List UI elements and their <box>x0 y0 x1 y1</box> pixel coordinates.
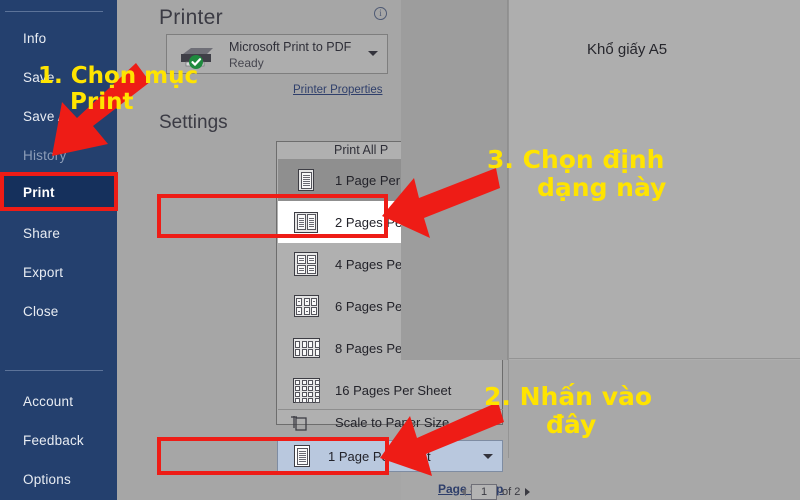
four-pages-per-sheet-icon <box>288 247 324 281</box>
printer-select[interactable]: Microsoft Print to PDF Ready <box>166 34 388 74</box>
sidebar-item-label: Account <box>23 394 74 409</box>
one-page-per-sheet-icon <box>288 163 324 197</box>
paper-size-label: Khổ giấy A5 <box>587 41 668 58</box>
annotation-step-2-line1: 2. Nhấn vào <box>484 382 653 411</box>
sidebar-item-label: Info <box>23 31 47 46</box>
print-backstage-screen: Info Save Save As History Print Share Ex… <box>0 0 800 500</box>
sidebar-item-account[interactable]: Account <box>0 385 117 418</box>
annotation-step-1: 1. Chọn mục Print <box>38 63 199 116</box>
six-pages-per-sheet-icon <box>288 289 324 323</box>
printer-status: Ready <box>229 56 264 70</box>
sidebar-divider-top <box>5 11 103 12</box>
printer-properties-link[interactable]: Printer Properties <box>293 84 382 96</box>
info-icon[interactable]: i <box>374 7 387 20</box>
sixteen-pages-per-sheet-icon <box>288 373 324 407</box>
printer-section-title: Printer <box>159 6 223 29</box>
sidebar-item-close[interactable]: Close <box>0 295 117 328</box>
sidebar-item-label: Share <box>23 226 61 241</box>
sidebar-item-export[interactable]: Export <box>0 256 117 289</box>
highlight-box-2-pages-item <box>157 194 388 238</box>
annotation-step-1-line2: Print <box>70 88 134 115</box>
sidebar-item-label: Close <box>23 304 59 319</box>
dropdown-item-label: Print All P <box>334 143 389 157</box>
annotation-step-2: 2. Nhấn vào đây <box>484 383 652 439</box>
annotation-step-3-line2: dạng này <box>537 173 667 202</box>
sidebar-item-options[interactable]: Options <box>0 463 117 496</box>
triangle-left-icon[interactable] <box>461 488 466 496</box>
annotation-step-3: 3. Chọn định dạng này <box>487 146 666 202</box>
printer-name: Microsoft Print to PDF <box>229 40 352 54</box>
page-number-input[interactable]: 1 <box>471 484 497 500</box>
triangle-right-icon[interactable] <box>525 488 531 496</box>
preview-divider-horizontal <box>509 358 800 359</box>
scale-to-paper-size-icon <box>291 416 307 431</box>
annotation-arrow-3 <box>382 168 500 238</box>
sidebar-item-info[interactable]: Info <box>0 22 117 55</box>
page-count-label: of 2 <box>502 486 521 498</box>
sidebar-item-label: Options <box>23 472 71 487</box>
sidebar-divider-bottom <box>5 370 103 371</box>
eight-pages-per-sheet-icon <box>288 331 324 365</box>
page-navigation: 1 of 2 <box>461 484 531 500</box>
chevron-down-icon <box>368 51 378 56</box>
sidebar-item-label: Feedback <box>23 433 84 448</box>
highlight-box-combo <box>157 437 389 475</box>
sidebar-item-feedback[interactable]: Feedback <box>0 424 117 457</box>
sidebar-item-label: Export <box>23 265 64 280</box>
annotation-step-1-line1: 1. Chọn mục <box>38 63 199 89</box>
sidebar-item-share[interactable]: Share <box>0 217 117 250</box>
annotation-step-3-line1: 3. Chọn định <box>487 145 665 174</box>
annotation-step-2-line2: đây <box>546 410 597 439</box>
